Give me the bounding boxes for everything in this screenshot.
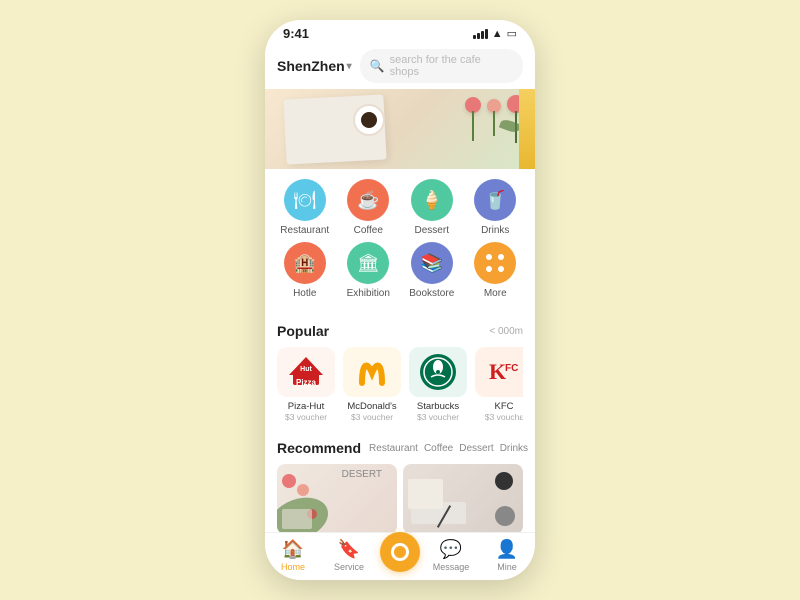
category-coffee[interactable]: ☕ Coffee: [340, 179, 396, 236]
dessert-icon: 🍦: [411, 179, 453, 221]
drinks-icon: 🥤: [474, 179, 516, 221]
rec-tab-restaurant[interactable]: Restaurant: [369, 443, 418, 454]
starbucks-logo: [409, 347, 467, 397]
hotel-icon: 🏨: [284, 242, 326, 284]
pizzahut-name: Piza-Hut: [288, 401, 324, 412]
banner-roses: [465, 91, 525, 113]
svg-text:K: K: [489, 359, 506, 384]
popular-item-pizzahut[interactable]: Pizza Hut Piza-Hut $3 voucher: [277, 347, 335, 422]
recommend-section: Recommend Restaurant Coffee Dessert Drin…: [265, 432, 535, 532]
nav-mine-label: Mine: [497, 562, 517, 572]
status-time: 9:41: [283, 26, 309, 41]
recommend-title: Recommend: [277, 440, 361, 456]
mcdonalds-voucher: $3 voucher: [351, 412, 393, 422]
search-bar[interactable]: 🔍 search for the cafe shops: [360, 49, 523, 83]
rec-card-flowers[interactable]: DESERT: [277, 464, 397, 532]
category-row-2: 🏨 Hotle 🏛 Exhibition 📚 Bookstore: [273, 242, 527, 299]
category-dessert[interactable]: 🍦 Dessert: [404, 179, 460, 236]
rec-card-laptop[interactable]: [403, 464, 523, 532]
category-more[interactable]: More: [467, 242, 523, 299]
pizzahut-logo: Pizza Hut: [277, 347, 335, 397]
popular-section: Popular < 000m Pizza Hut Piza-Hut: [265, 315, 535, 428]
nav-center-button[interactable]: [380, 532, 420, 572]
recommend-header: Recommend Restaurant Coffee Dessert Drin…: [277, 440, 523, 456]
mcdonalds-logo: [343, 347, 401, 397]
pizzahut-voucher: $3 voucher: [285, 412, 327, 422]
location-button[interactable]: ShenZhen ▾: [277, 58, 352, 74]
popular-item-starbucks[interactable]: Starbucks $3 voucher: [409, 347, 467, 422]
category-drinks[interactable]: 🥤 Drinks: [467, 179, 523, 236]
bottom-nav: 🏠 Home 🔖 Service 💬 Message 👤 Mine: [265, 532, 535, 580]
dessert-label: Dessert: [415, 225, 449, 236]
rec-tab-dessert[interactable]: Dessert: [459, 443, 493, 454]
bookstore-label: Bookstore: [409, 288, 454, 299]
nav-message[interactable]: 💬 Message: [426, 539, 476, 572]
phone-frame: 9:41 ▲ ▭ ShenZhen ▾ 🔍 search for the caf…: [265, 20, 535, 580]
kfc-voucher: $3 vouchε: [485, 412, 523, 422]
status-icons: ▲ ▭: [473, 27, 517, 40]
banner: [265, 89, 535, 169]
svg-text:Pizza: Pizza: [296, 378, 317, 387]
status-bar: 9:41 ▲ ▭: [265, 20, 535, 45]
category-hotel[interactable]: 🏨 Hotle: [277, 242, 333, 299]
mcdonalds-name: McDonald's: [347, 401, 396, 412]
svg-text:Hut: Hut: [300, 366, 312, 373]
svg-text:FC: FC: [505, 363, 518, 374]
exhibition-icon: 🏛: [347, 242, 389, 284]
more-label: More: [484, 288, 507, 299]
wifi-icon: ▲: [492, 28, 503, 40]
scroll-content: 🍽 Restaurant ☕ Coffee 🍦 Dessert: [265, 169, 535, 532]
category-bookstore[interactable]: 📚 Bookstore: [404, 242, 460, 299]
restaurant-icon: 🍽: [284, 179, 326, 221]
header: ShenZhen ▾ 🔍 search for the cafe shops: [265, 45, 535, 89]
banner-cup: [353, 104, 385, 136]
search-placeholder-text: search for the cafe shops: [390, 54, 513, 78]
category-exhibition[interactable]: 🏛 Exhibition: [340, 242, 396, 299]
recommend-grid: DESERT: [277, 464, 523, 532]
restaurant-label: Restaurant: [280, 225, 329, 236]
service-icon: 🔖: [338, 539, 360, 560]
recommend-tabs: Restaurant Coffee Dessert Drinks: [369, 443, 528, 454]
battery-icon: ▭: [507, 27, 517, 40]
drinks-label: Drinks: [481, 225, 509, 236]
rec-tab-drinks[interactable]: Drinks: [500, 443, 528, 454]
category-row-1: 🍽 Restaurant ☕ Coffee 🍦 Dessert: [273, 179, 527, 236]
popular-title: Popular: [277, 323, 329, 339]
nav-service-label: Service: [334, 562, 364, 572]
home-icon: 🏠: [282, 539, 304, 560]
nav-message-label: Message: [433, 562, 470, 572]
popular-list: Pizza Hut Piza-Hut $3 voucher McDonald's: [277, 347, 523, 422]
bookstore-icon: 📚: [411, 242, 453, 284]
nav-home-label: Home: [281, 562, 305, 572]
coffee-label: Coffee: [354, 225, 383, 236]
rec-tab-coffee[interactable]: Coffee: [424, 443, 453, 454]
category-section: 🍽 Restaurant ☕ Coffee 🍦 Dessert: [265, 169, 535, 311]
nav-home[interactable]: 🏠 Home: [268, 539, 318, 572]
message-icon: 💬: [440, 539, 462, 560]
chevron-down-icon: ▾: [347, 61, 352, 72]
search-icon: 🔍: [370, 59, 385, 73]
mine-icon: 👤: [496, 539, 518, 560]
category-restaurant[interactable]: 🍽 Restaurant: [277, 179, 333, 236]
more-icon: [474, 242, 516, 284]
popular-item-mcdonalds[interactable]: McDonald's $3 voucher: [343, 347, 401, 422]
popular-header: Popular < 000m: [277, 323, 523, 339]
hotel-label: Hotle: [293, 288, 316, 299]
popular-item-kfc[interactable]: K FC KFC $3 vouchε: [475, 347, 523, 422]
nav-mine[interactable]: 👤 Mine: [482, 539, 532, 572]
nav-center-icon: [391, 543, 409, 561]
popular-more: < 000m: [489, 326, 523, 337]
kfc-logo: K FC: [475, 347, 523, 397]
coffee-icon: ☕: [347, 179, 389, 221]
nav-service[interactable]: 🔖 Service: [324, 539, 374, 572]
starbucks-name: Starbucks: [417, 401, 459, 412]
starbucks-voucher: $3 voucher: [417, 412, 459, 422]
signal-icon: [473, 29, 488, 39]
location-name: ShenZhen: [277, 58, 345, 74]
kfc-name: KFC: [495, 401, 514, 412]
exhibition-label: Exhibition: [347, 288, 390, 299]
